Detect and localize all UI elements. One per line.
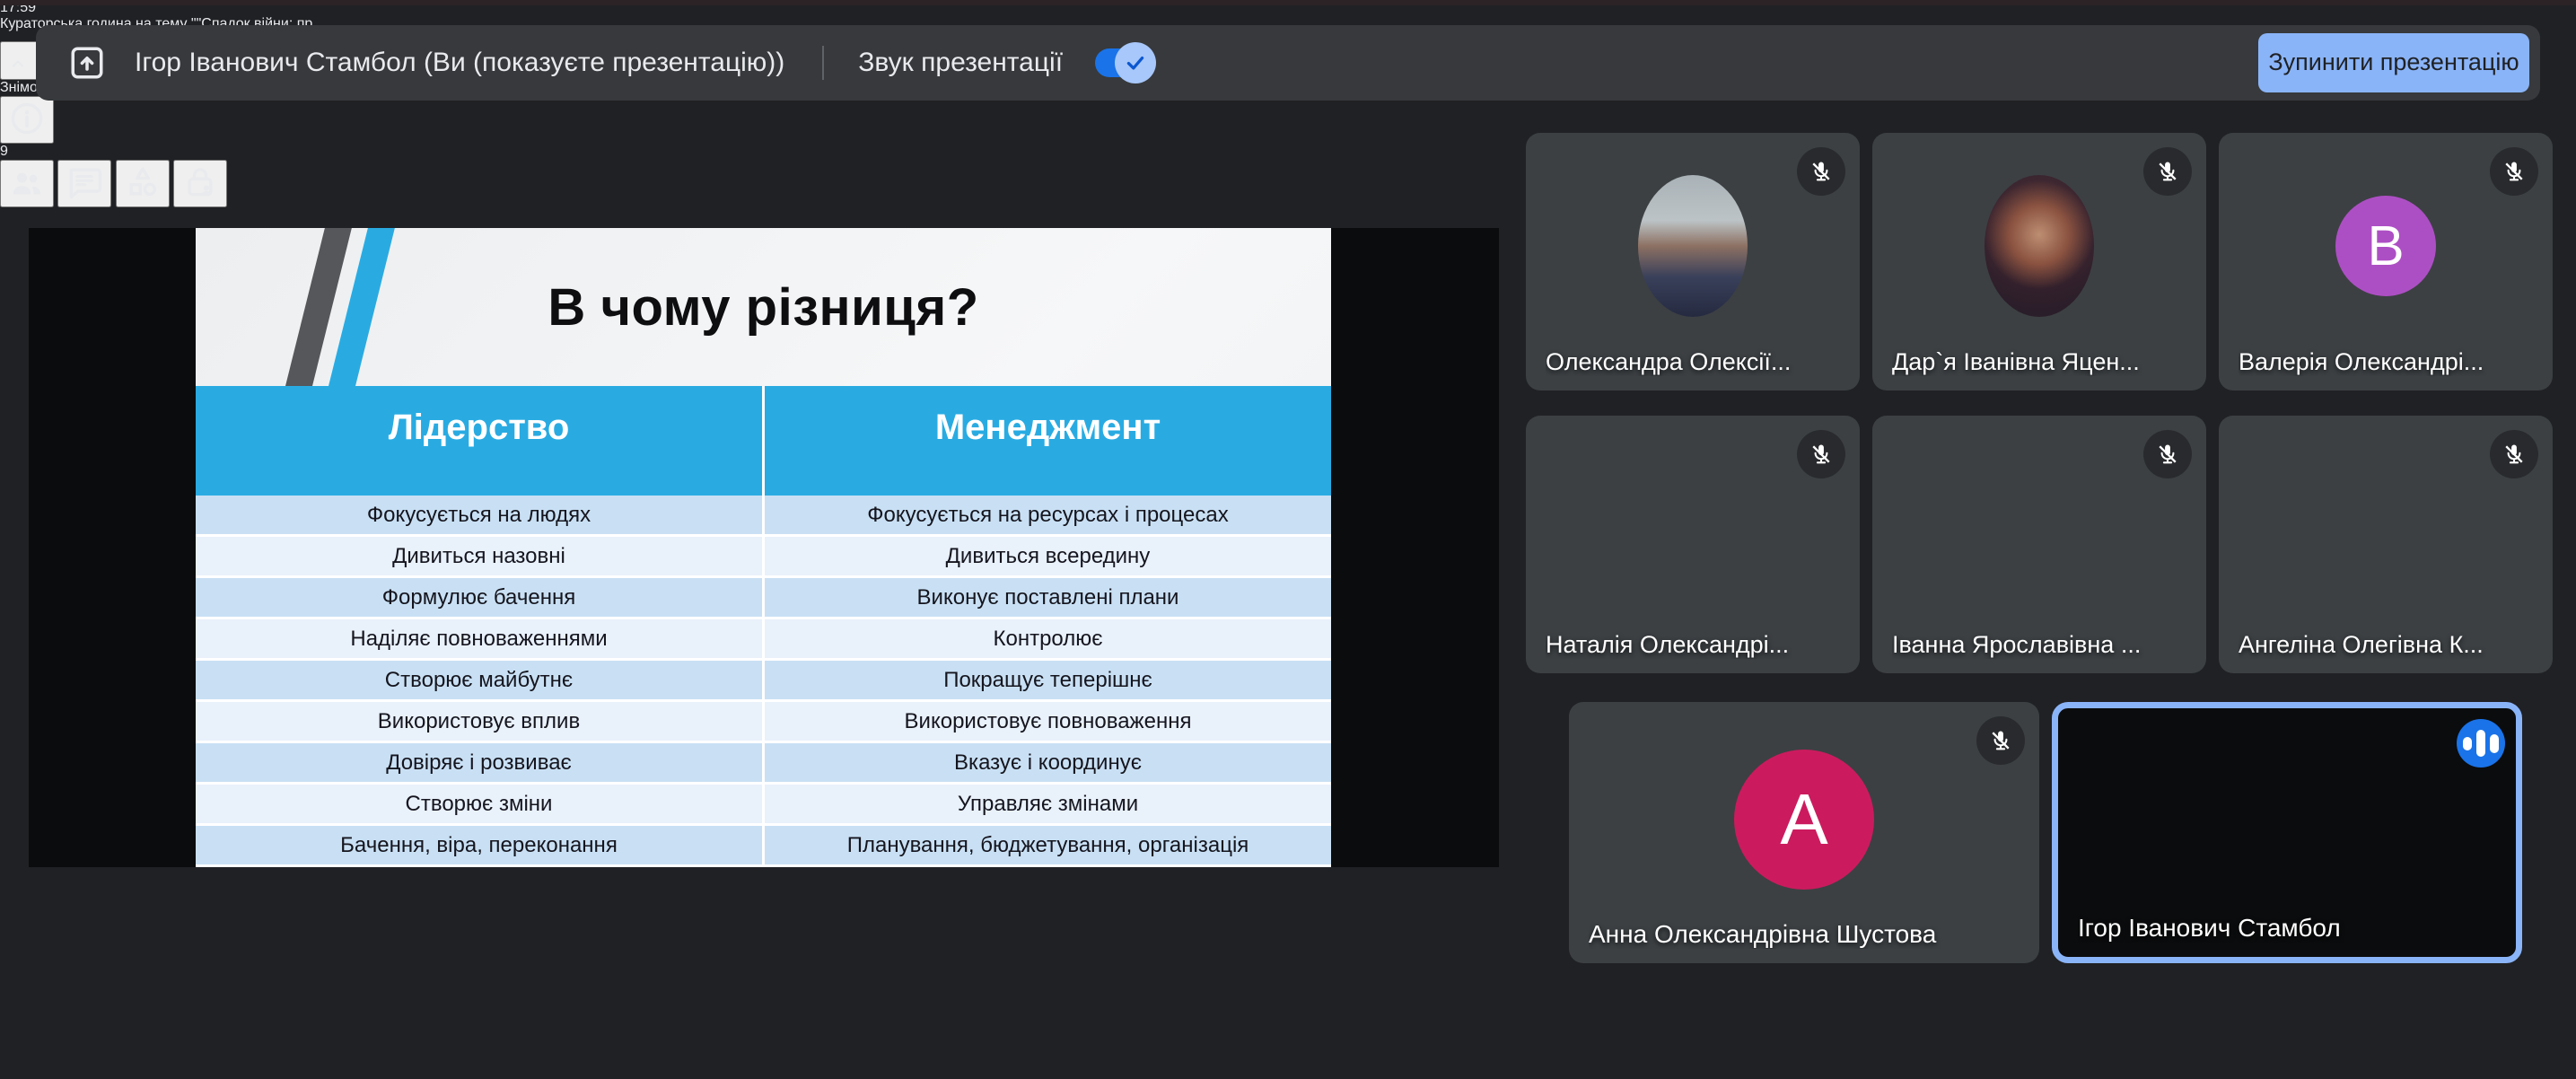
table-cell: Створює майбутнє: [196, 661, 765, 699]
table-cell: Фокусується на ресурсах і процесах: [765, 496, 1331, 534]
table-row: Довіряє і розвиває Вказує і координує: [196, 743, 1331, 785]
avatar-initial: В: [2335, 196, 2436, 296]
mic-off-icon: [2155, 159, 2180, 184]
show-everyone-button[interactable]: [0, 160, 54, 207]
table-cell: Фокусується на людях: [196, 496, 765, 534]
table-cell: Виконує поставлені плани: [765, 578, 1331, 617]
table-cell: Дивиться назовні: [196, 537, 765, 575]
avatar: [1985, 458, 2094, 600]
avatar: [1638, 458, 1748, 600]
table-row: Створює зміни Управляє змінами: [196, 785, 1331, 826]
lock-person-icon: [180, 162, 220, 202]
mic-off-badge: [2143, 430, 2192, 478]
table-header-leadership: Лідерство: [196, 386, 765, 496]
participant-name: Ігор Іванович Стамбол: [2078, 914, 2496, 943]
mic-off-badge: [2490, 430, 2538, 478]
table-cell: Управляє змінами: [765, 785, 1331, 823]
slide-table: Лідерство Менеджмент Фокусується на людя…: [196, 386, 1331, 867]
table-cell: Вказує і координує: [765, 743, 1331, 782]
mic-off-icon: [2502, 159, 2527, 184]
participant-tile[interactable]: Ангеліна Олегівна К...: [2219, 416, 2553, 673]
participant-name: Анна Олександрівна Шустова: [1589, 920, 2020, 949]
slide-title: В чому різниця?: [196, 228, 1331, 386]
presentation-slide: В чому різниця? Лідерство Менеджмент Фок…: [196, 228, 1331, 867]
presentation-sound-label: Звук презентації: [858, 48, 1063, 78]
mic-off-icon: [1988, 728, 2013, 753]
table-row: Створює майбутнє Покращує теперішнє: [196, 661, 1331, 702]
participant-tile[interactable]: А Анна Олександрівна Шустова: [1569, 702, 2039, 963]
toggle-knob: [1115, 42, 1156, 83]
mic-off-icon: [1809, 442, 1834, 467]
table-cell: Планування, бюджетування, організація: [765, 826, 1331, 864]
avatar: [2331, 458, 2440, 600]
mic-off-badge: [1797, 147, 1845, 196]
table-row: Формулює бачення Виконує поставлені план…: [196, 578, 1331, 619]
check-icon: [1124, 51, 1147, 75]
mic-off-icon: [2502, 442, 2527, 467]
participant-tile[interactable]: Іванна Ярославівна ...: [1872, 416, 2206, 673]
presenting-banner: Ігор Іванович Стамбол (Ви (показуєте пре…: [36, 25, 2540, 101]
table-cell: Наділяє повноваженнями: [196, 619, 765, 658]
chevron-up-icon: [7, 53, 29, 75]
participant-name: Валерія Олександрі...: [2239, 348, 2533, 376]
participant-name: Ангеліна Олегівна К...: [2239, 631, 2533, 659]
meeting-details-button[interactable]: [0, 96, 54, 144]
table-cell: Довіряє і розвиває: [196, 743, 765, 782]
mic-off-badge: [1976, 716, 2025, 765]
mic-off-icon: [2155, 442, 2180, 467]
speaking-indicator: [2457, 719, 2505, 768]
avatar-initial: А: [1734, 750, 1874, 890]
presentation-sound-toggle[interactable]: [1095, 48, 1152, 77]
present-to-all-icon: [68, 44, 106, 82]
table-cell: Використовує повноваження: [765, 702, 1331, 741]
people-icon: [7, 162, 47, 202]
participant-name: Наталія Олександрі...: [1546, 631, 1840, 659]
host-controls-button[interactable]: [173, 160, 227, 207]
meet-window: Ігор Іванович Стамбол (Ви (показуєте пре…: [0, 0, 2576, 1079]
table-header-row: Лідерство Менеджмент: [196, 386, 1331, 496]
table-cell: Бачення, віра, переконання: [196, 826, 765, 864]
table-header-management: Менеджмент: [765, 386, 1331, 496]
chat-button[interactable]: [57, 160, 111, 207]
table-row: Дивиться назовні Дивиться всередину: [196, 537, 1331, 578]
participant-tile[interactable]: Олександра Олексії...: [1526, 133, 1860, 390]
table-row: Використовує вплив Використовує повноваж…: [196, 702, 1331, 743]
participant-tile[interactable]: В Валерія Олександрі...: [2219, 133, 2553, 390]
activities-button[interactable]: [116, 160, 170, 207]
participant-name: Олександра Олексії...: [1546, 348, 1840, 376]
window-top-strip: [0, 0, 2576, 5]
participant-tile[interactable]: Наталія Олександрі...: [1526, 416, 1860, 673]
info-icon: [7, 99, 47, 138]
table-row: Наділяє повноваженнями Контролює: [196, 619, 1331, 661]
avatar: [1638, 175, 1748, 317]
table-cell: Контролює: [765, 619, 1331, 658]
participant-name: Іванна Ярославівна ...: [1892, 631, 2186, 659]
stop-presentation-button[interactable]: Зупинити презентацію: [2258, 33, 2529, 92]
chat-icon: [65, 162, 104, 202]
table-cell: Створює зміни: [196, 785, 765, 823]
shared-screen-tile[interactable]: В чому різниця? Лідерство Менеджмент Фок…: [29, 228, 1499, 867]
mic-off-badge: [2143, 147, 2192, 196]
self-participant-tile[interactable]: Ігор Іванович Стамбол: [2052, 702, 2522, 963]
table-cell: Дивиться всередину: [765, 537, 1331, 575]
table-row: Бачення, віра, переконання Планування, б…: [196, 826, 1331, 867]
presenter-label: Ігор Іванович Стамбол (Ви (показуєте пре…: [135, 48, 784, 78]
mic-off-icon: [1809, 159, 1834, 184]
participant-name: Дар`я Іванівна Яцен...: [1892, 348, 2186, 376]
divider: [822, 46, 824, 80]
table-cell: Покращує теперішнє: [765, 661, 1331, 699]
table-cell: Використовує вплив: [196, 702, 765, 741]
table-row: Фокусується на людях Фокусується на ресу…: [196, 496, 1331, 537]
table-cell: Формулює бачення: [196, 578, 765, 617]
avatar: [1985, 175, 2094, 317]
mic-off-badge: [2490, 147, 2538, 196]
activities-icon: [123, 162, 162, 202]
mic-off-badge: [1797, 430, 1845, 478]
participant-tile[interactable]: Дар`я Іванівна Яцен...: [1872, 133, 2206, 390]
